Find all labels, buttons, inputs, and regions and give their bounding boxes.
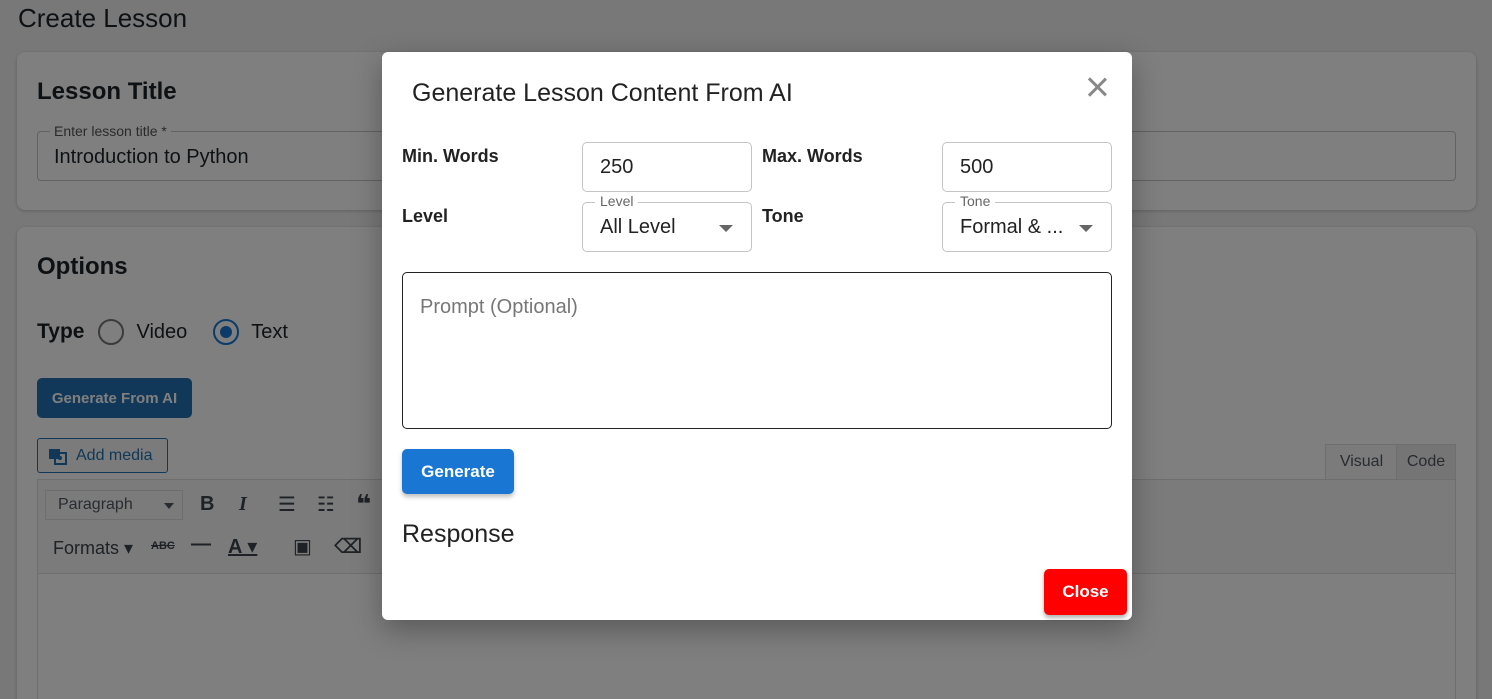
max-words-input[interactable]: 500 (942, 142, 1112, 192)
max-words-label: Max. Words (762, 146, 863, 166)
min-words-label: Min. Words (402, 146, 499, 166)
response-heading: Response (402, 520, 515, 548)
close-icon[interactable] (1084, 74, 1110, 100)
tone-select[interactable]: Tone Formal & ... (942, 193, 1112, 252)
min-words-input[interactable]: 250 (582, 142, 752, 192)
tone-field-legend: Tone (955, 193, 996, 209)
level-value: All Level (600, 216, 676, 238)
min-words-value: 250 (600, 156, 634, 178)
chevron-down-icon (719, 225, 733, 232)
prompt-placeholder: Prompt (Optional) (420, 296, 578, 318)
max-words-value: 500 (960, 156, 994, 178)
level-select[interactable]: Level All Level (582, 193, 752, 252)
prompt-textarea[interactable]: Prompt (Optional) (402, 272, 1112, 429)
modal-title: Generate Lesson Content From AI (412, 79, 793, 107)
level-field-legend: Level (595, 193, 639, 209)
generate-button[interactable]: Generate (402, 449, 514, 494)
tone-label: Tone (762, 206, 804, 226)
close-button[interactable]: Close (1044, 569, 1127, 615)
tone-value: Formal & ... (960, 216, 1064, 238)
ai-generate-modal: Generate Lesson Content From AI Min. Wor… (382, 52, 1132, 620)
level-label: Level (402, 206, 449, 226)
chevron-down-icon (1079, 225, 1093, 232)
